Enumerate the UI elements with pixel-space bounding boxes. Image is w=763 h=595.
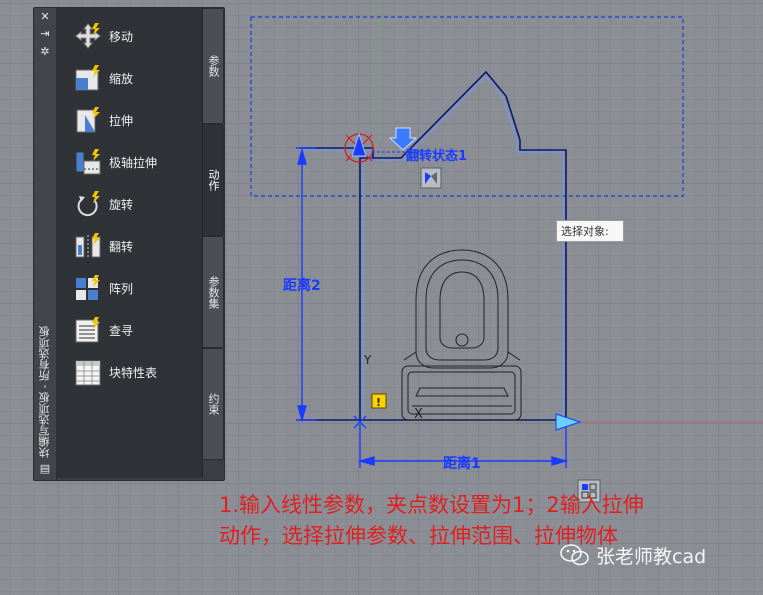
flip-state-label: 翻转状态1	[406, 148, 467, 164]
tool-block-table-label: 块特性表	[109, 365, 158, 380]
stretch-icon	[73, 105, 103, 135]
watermark-text: 张老师教cad	[596, 545, 707, 568]
tab-parameters[interactable]: 参数	[203, 8, 224, 124]
door-outline[interactable]	[300, 70, 567, 422]
block-table-icon	[73, 357, 103, 387]
close-icon[interactable]: ✕	[38, 11, 52, 23]
tool-polar-stretch[interactable]: 极轴拉伸	[73, 144, 198, 180]
tab-actions[interactable]: 动作	[203, 124, 224, 236]
flip-icon	[73, 231, 103, 261]
action-badge-icon[interactable]	[420, 167, 442, 189]
scale-icon	[73, 63, 103, 93]
palette-title-strip[interactable]: ✕ ⇥ ✲ 块编写选项板 - 所有选项板 ▤	[34, 8, 57, 480]
palette-tabs: 参数 动作 参数集 约束	[203, 8, 224, 478]
palette-menu-icon[interactable]: ▤	[38, 463, 52, 475]
dim-vertical-label: 距离2	[283, 277, 321, 294]
tab-constraints[interactable]: 约束	[203, 348, 224, 460]
tool-move-label: 移动	[109, 29, 134, 44]
select-objects-tooltip: 选择对象:	[556, 220, 624, 242]
rotate-icon	[73, 189, 103, 219]
ucs-y-label: Y	[363, 353, 372, 367]
autohide-icon[interactable]: ⇥	[38, 28, 52, 40]
tool-list: 移动 缩放 拉伸 极轴拉伸 旋转 翻转 阵列 查寻 块特性表	[57, 8, 203, 478]
tool-array[interactable]: 阵列	[73, 270, 198, 306]
wechat-logo-icon	[560, 544, 589, 566]
tool-stretch[interactable]: 拉伸	[73, 102, 198, 138]
tab-parameter-sets[interactable]: 参数集	[203, 236, 224, 348]
tool-scale[interactable]: 缩放	[73, 60, 198, 96]
tool-move[interactable]: 移动	[73, 18, 198, 54]
lookup-icon	[73, 315, 103, 345]
watermark: 张老师教cad	[560, 540, 706, 570]
tool-rotate[interactable]: 旋转	[73, 186, 198, 222]
tool-stretch-label: 拉伸	[109, 113, 134, 128]
stretch-grip-right[interactable]	[555, 413, 582, 431]
tool-scale-label: 缩放	[109, 71, 134, 86]
tool-polar-stretch-label: 极轴拉伸	[109, 155, 158, 170]
toilet-block[interactable]	[401, 249, 522, 421]
move-icon	[73, 21, 103, 51]
tool-lookup[interactable]: 查寻	[73, 312, 198, 348]
polar-stretch-icon	[73, 147, 103, 177]
tool-block-properties-table[interactable]: 块特性表	[73, 354, 198, 390]
tool-flip-label: 翻转	[109, 239, 134, 254]
tool-flip[interactable]: 翻转	[73, 228, 198, 264]
ucs-x-label: X	[414, 407, 423, 422]
block-authoring-palette[interactable]: ✕ ⇥ ✲ 块编写选项板 - 所有选项板 ▤ 移动 缩放 拉伸 极轴拉伸 旋转 …	[33, 7, 225, 481]
palette-title: 块编写选项板 - 所有选项板	[38, 326, 51, 458]
properties-gear-icon[interactable]: ✲	[38, 46, 52, 58]
tool-rotate-label: 旋转	[109, 197, 134, 212]
dim-horizontal-label: 距离1	[443, 455, 481, 472]
array-icon	[73, 273, 103, 303]
stretch-frame[interactable]	[250, 16, 684, 197]
tool-lookup-label: 查寻	[109, 323, 134, 338]
warning-glyph: !	[376, 396, 381, 409]
tool-array-label: 阵列	[109, 281, 134, 296]
caption-line-1: 1.输入线性参数，夹点数设置为1；2输入拉伸	[219, 493, 644, 517]
